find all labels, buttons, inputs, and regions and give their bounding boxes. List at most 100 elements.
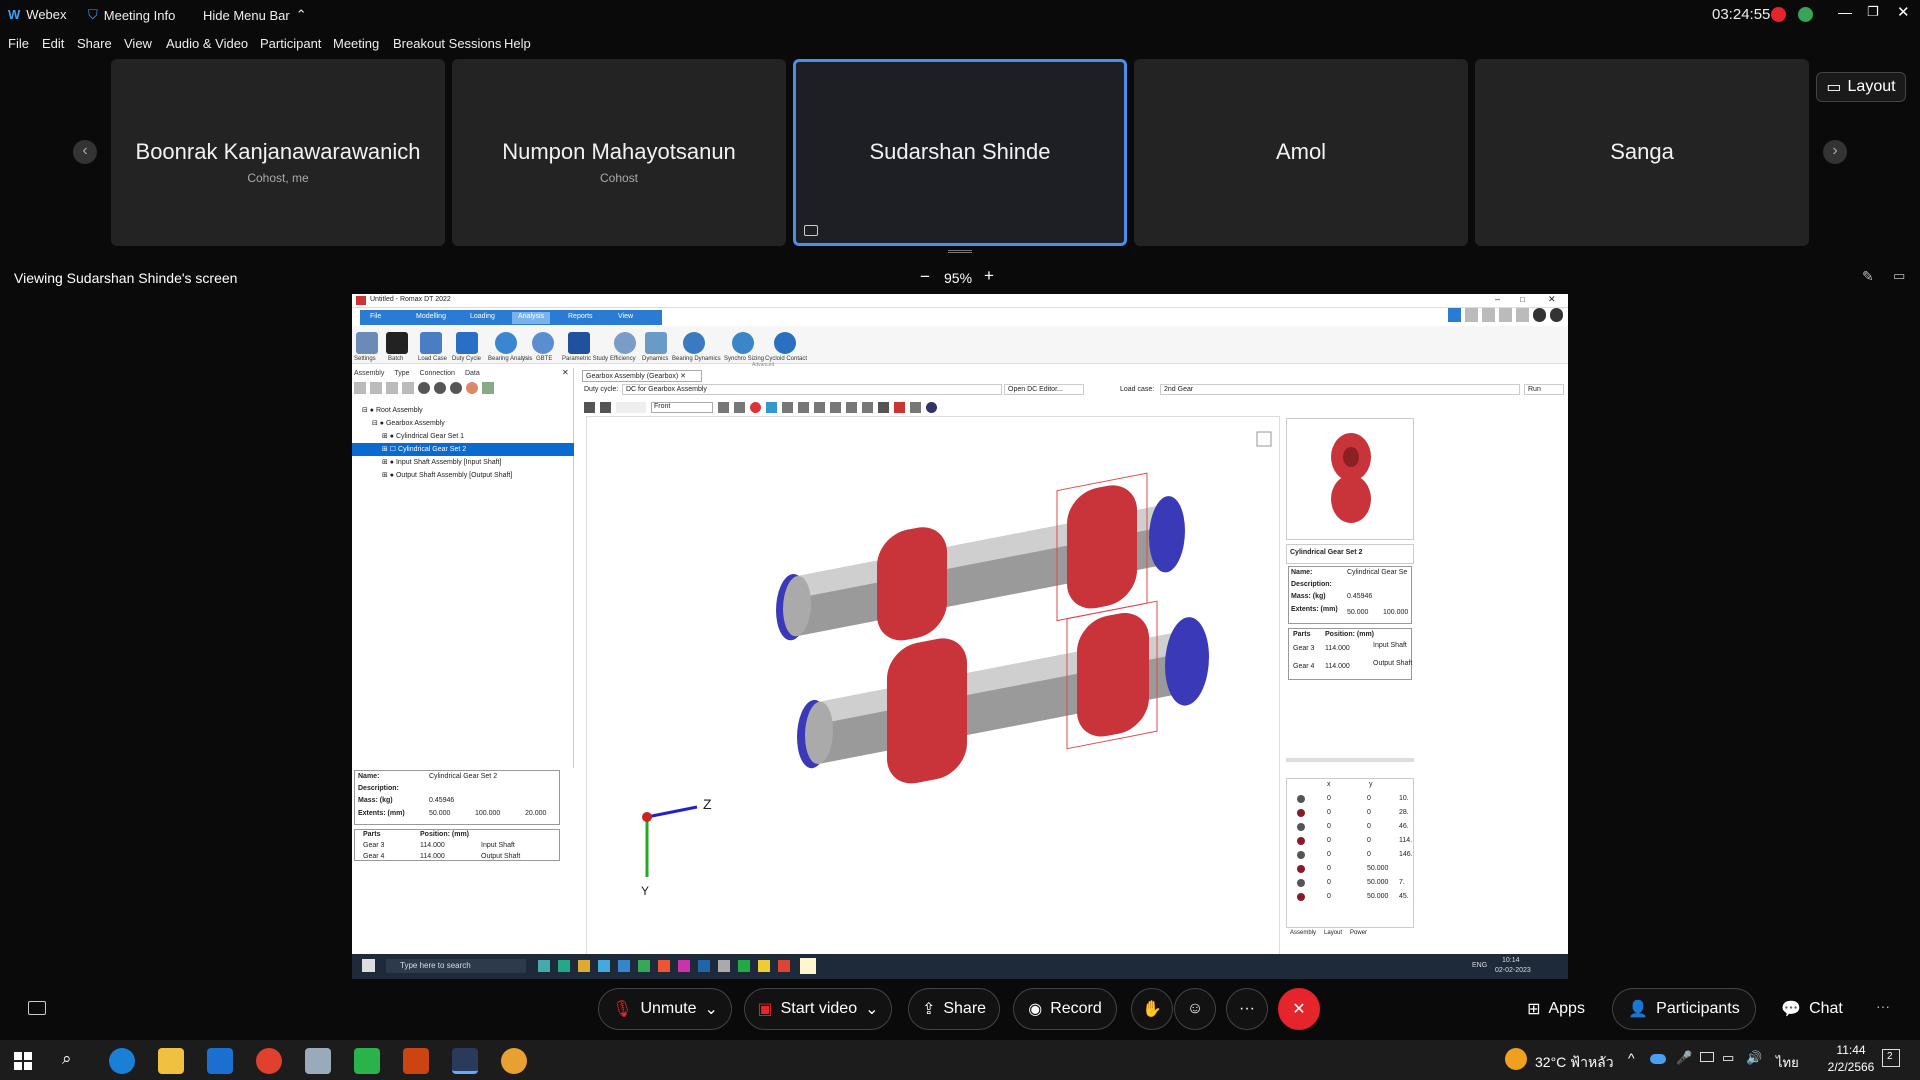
ribbon-tab-reports[interactable]: Reports (562, 312, 599, 324)
captions-icon[interactable] (28, 1001, 46, 1015)
step-icon[interactable] (600, 401, 611, 413)
inner-close-icon[interactable]: ✕ (1548, 294, 1556, 305)
menu-meeting[interactable]: Meeting (333, 36, 379, 51)
section-icon[interactable] (894, 401, 905, 413)
inner-app-icon[interactable] (598, 960, 610, 972)
restore-icon[interactable]: ❐ (1867, 4, 1879, 20)
webex-taskbar-icon[interactable] (452, 1048, 478, 1074)
layers-icon[interactable] (1499, 308, 1512, 322)
edge-icon[interactable] (862, 401, 873, 413)
participants-button[interactable]: 👤 Participants (1612, 988, 1756, 1030)
gbte-tool-icon[interactable] (532, 332, 554, 354)
target-icon[interactable] (750, 401, 761, 413)
notepad-icon[interactable] (305, 1048, 331, 1074)
bearing-analysis-tool-icon[interactable] (495, 332, 517, 354)
panel-tab-assembly[interactable]: Assembly (354, 370, 384, 377)
tree-item-output-shaft[interactable]: ⊞ ● Output Shaft Assembly [Output Shaft] (382, 471, 512, 479)
inner-app-icon[interactable] (698, 960, 710, 972)
menu-breakout-sessions[interactable]: Breakout Sessions (393, 36, 501, 51)
inner-restore-icon[interactable]: □ (1520, 295, 1525, 304)
zoom-out-button[interactable]: − (920, 267, 930, 287)
inner-lang[interactable]: ENG (1472, 962, 1487, 969)
minimize-icon[interactable]: — (1838, 4, 1852, 20)
globe-icon[interactable] (926, 401, 937, 413)
language-indicator[interactable]: ไทย (1776, 1052, 1799, 1073)
render-icon[interactable] (878, 401, 889, 413)
annotate-icon[interactable]: ✎ (1862, 268, 1874, 285)
rotate-icon[interactable] (782, 401, 793, 413)
refresh-icon[interactable] (1516, 308, 1529, 322)
next-participants-button[interactable]: › (1823, 140, 1847, 164)
settings-tool-icon[interactable] (356, 332, 378, 354)
prev-participants-button[interactable]: ‹ (73, 140, 97, 164)
doc-tab[interactable]: Gearbox Assembly (Gearbox) ✕ (582, 370, 702, 382)
acrobat-icon[interactable] (403, 1048, 429, 1074)
inner-app-icon[interactable] (578, 960, 590, 972)
right-scrollbar[interactable] (1286, 758, 1414, 762)
clock[interactable]: 11:44 2/2/2566 (1822, 1043, 1880, 1074)
menu-audio-video[interactable]: Audio & Video (166, 36, 248, 51)
unmute-button[interactable]: 🎙 Unmute ⌄ (598, 988, 732, 1030)
bearing-dynamics-tool-icon[interactable] (683, 332, 705, 354)
config-icon[interactable] (1465, 308, 1478, 322)
chevron-down-icon[interactable]: ⌄ (704, 999, 717, 1019)
efficiency-tool-icon[interactable] (614, 332, 636, 354)
duty-cycle-select[interactable]: DC for Gearbox Assembly (622, 384, 1002, 395)
run-button[interactable]: Run (1524, 384, 1564, 395)
cycloid-contact-tool-icon[interactable] (774, 332, 796, 354)
mail-icon[interactable] (207, 1048, 233, 1074)
menu-share[interactable]: Share (77, 36, 112, 51)
dynamics-tool-icon[interactable] (645, 332, 667, 354)
popout-icon[interactable]: ▭ (1893, 268, 1905, 284)
zoom-in-button[interactable]: + (984, 266, 994, 286)
pan-icon[interactable] (798, 401, 809, 413)
inner-app-icon[interactable] (718, 960, 730, 972)
battery-icon[interactable] (1700, 1052, 1714, 1062)
reactions-button[interactable]: ☺ (1174, 988, 1216, 1030)
app-taskbar-icon[interactable] (501, 1048, 527, 1074)
participant-tile[interactable]: Numpon Mahayotsanun Cohost (452, 59, 786, 246)
search-icon[interactable] (354, 382, 366, 394)
hide-menu-bar-button[interactable]: Hide Menu Bar ⌃ (203, 7, 307, 23)
tree-item-input-shaft[interactable]: ⊞ ● Input Shaft Assembly [Input Shaft] (382, 458, 501, 466)
zoom-icon[interactable] (370, 382, 382, 394)
panel-tab-type[interactable]: Type (394, 370, 409, 377)
inner-app-icon[interactable] (738, 960, 750, 972)
menu-file[interactable]: File (8, 36, 29, 51)
panel-close-icon[interactable]: ✕ (562, 368, 569, 377)
menu-edit[interactable]: Edit (42, 36, 64, 51)
tree-item-gearset2[interactable]: ⊞ ☐ Cylindrical Gear Set 2 (382, 445, 466, 453)
tab-layout[interactable]: Layout (1324, 930, 1342, 942)
inner-app-icon[interactable] (800, 958, 816, 974)
help-icon[interactable] (1533, 308, 1546, 322)
expand-icon[interactable]: ⊞ ● (382, 472, 396, 479)
menu-participant[interactable]: Participant (260, 36, 321, 51)
gear-copy-icon[interactable] (450, 382, 462, 394)
more-options-button[interactable]: ··· (1226, 988, 1268, 1030)
participant-tile[interactable]: Sanga (1475, 59, 1809, 246)
inner-app-icon[interactable] (558, 960, 570, 972)
load-case-tool-icon[interactable] (420, 332, 442, 354)
user-avatar-icon[interactable] (1798, 7, 1813, 22)
expand-icon[interactable]: ⊟ ● (362, 407, 376, 414)
axis-icon[interactable] (830, 401, 841, 413)
chart-icon[interactable] (482, 382, 494, 394)
search-icon[interactable]: ⌕ (62, 1049, 72, 1069)
prop-value[interactable]: Cylindrical Gear Set 2 (429, 773, 497, 780)
duty-cycle-tool-icon[interactable] (456, 332, 478, 354)
line-icon[interactable] (846, 401, 857, 413)
ribbon-tab-loading[interactable]: Loading (464, 312, 501, 324)
more-icon[interactable]: ··· (1876, 998, 1890, 1014)
tree-item-root[interactable]: ⊟ ● Root Assembly (362, 406, 423, 414)
expand-icon[interactable]: ⊞ ☐ (382, 446, 398, 453)
parametric-study-tool-icon[interactable] (568, 332, 590, 354)
filter-icon[interactable] (402, 382, 414, 394)
ribbon-tab-file[interactable]: File (364, 312, 387, 324)
fit-icon[interactable] (718, 401, 729, 413)
menu-view[interactable]: View (124, 36, 152, 51)
inner-app-icon[interactable] (758, 960, 770, 972)
mic-icon[interactable]: 🎤 (1676, 1050, 1692, 1066)
participant-tile[interactable]: Amol (1134, 59, 1468, 246)
inner-start-icon[interactable] (362, 959, 375, 972)
notification-icon[interactable]: 2 (1882, 1049, 1900, 1067)
